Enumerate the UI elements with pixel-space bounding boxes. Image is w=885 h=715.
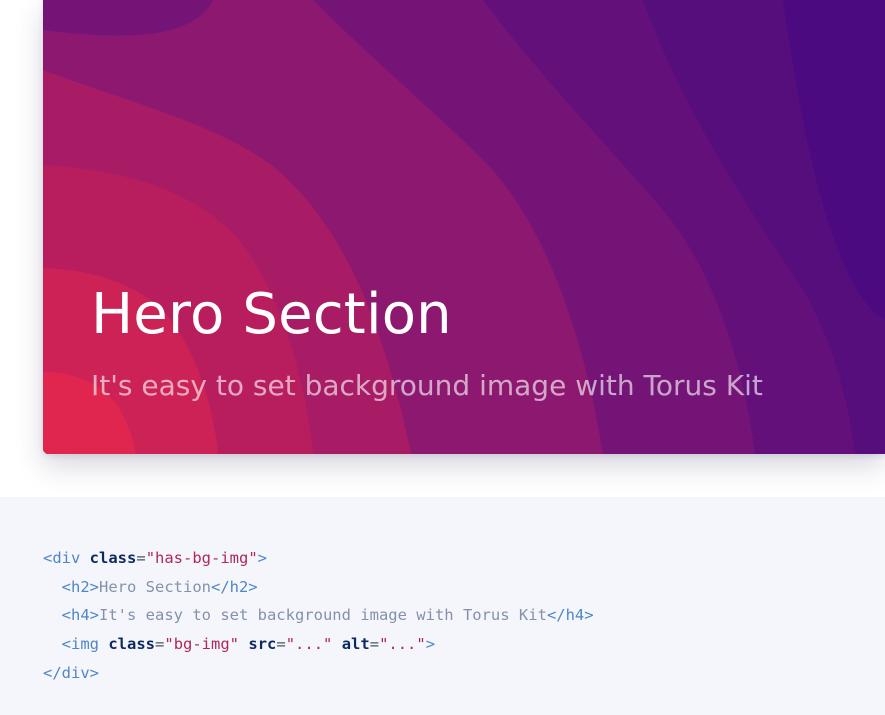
code-attribute-value: "..."	[379, 635, 426, 654]
code-block[interactable]: <div class="has-bg-img"> <h2>Hero Sectio…	[43, 544, 594, 688]
code-attribute-value: "has-bg-img"	[145, 549, 258, 567]
hero-subtitle: It's easy to set background image with T…	[91, 369, 763, 402]
code-equals: =	[369, 635, 380, 654]
code-line-5: </div>	[43, 659, 594, 688]
code-line-4: <img class="bg-img" src="..." alt="...">	[43, 630, 594, 659]
code-tag: <h2>	[61, 577, 99, 596]
code-equals: =	[155, 635, 165, 654]
code-tag: <img	[61, 635, 99, 654]
code-example-panel: <div class="has-bg-img"> <h2>Hero Sectio…	[0, 497, 885, 715]
code-tag: <div	[43, 549, 81, 567]
code-line-2: <h2>Hero Section</h2>	[43, 573, 594, 602]
hero-title: Hero Section	[91, 282, 452, 347]
code-tag: </h4>	[546, 606, 594, 625]
code-attribute-value: "bg-img"	[164, 635, 240, 654]
code-tag: </h2>	[210, 577, 258, 596]
code-equals: =	[136, 549, 146, 567]
code-text: It's easy to set background image with T…	[99, 606, 547, 625]
code-attribute-name: src	[248, 635, 277, 654]
code-attribute-name: alt	[341, 635, 370, 654]
code-tag: >	[257, 549, 268, 567]
code-attribute-name: class	[108, 635, 156, 654]
code-tag: <h4>	[61, 606, 99, 625]
code-equals: =	[276, 635, 286, 654]
code-tag: </div>	[43, 663, 99, 682]
code-line-3: <h4>It's easy to set background image wi…	[43, 601, 594, 630]
code-tag: >	[425, 635, 436, 654]
code-attribute-value: "..."	[285, 635, 333, 654]
code-text: Hero Section	[99, 577, 211, 596]
code-attribute-name: class	[89, 549, 137, 567]
code-line-1: <div class="has-bg-img">	[43, 544, 594, 573]
hero-section: Hero Section It's easy to set background…	[43, 0, 885, 454]
